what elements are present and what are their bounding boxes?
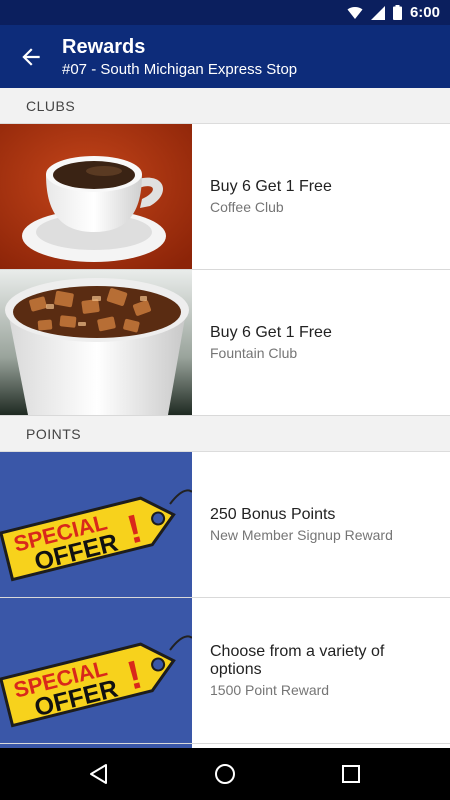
recents-square-icon[interactable]	[338, 761, 364, 787]
coffee-cup-image	[0, 124, 192, 269]
battery-icon	[392, 5, 402, 20]
page-title: Rewards	[62, 36, 146, 58]
reward-title: Buy 6 Get 1 Free	[210, 178, 332, 195]
reward-title: Choose from a variety of options	[210, 643, 385, 678]
fountain-drink-image	[0, 270, 192, 415]
reward-text: Buy 6 Get 1 Free Coffee Club	[192, 124, 450, 269]
reward-item-point-options[interactable]: SPECIAL OFFER ! Choose from a variety of…	[0, 598, 450, 744]
store-subtitle: #07 - South Michigan Express Stop	[62, 61, 298, 78]
reward-item-coffee-club[interactable]: Buy 6 Get 1 Free Coffee Club	[0, 124, 450, 270]
section-header-clubs: CLUBS	[0, 88, 450, 124]
reward-item-bonus-points[interactable]: SPECIAL OFFER ! 250 Bonus Points New Mem…	[0, 452, 450, 598]
back-triangle-icon[interactable]	[86, 761, 112, 787]
status-icons: 6:00	[347, 3, 440, 22]
reward-subtitle: Fountain Club	[210, 345, 298, 361]
reward-title: 250 Bonus Points	[210, 506, 336, 523]
special-offer-image: SPECIAL OFFER !	[0, 598, 192, 743]
home-circle-icon[interactable]	[212, 761, 238, 787]
reward-text: 250 Bonus Points New Member Signup Rewar…	[192, 452, 450, 597]
system-nav-bar	[0, 748, 450, 800]
signal-icon	[370, 5, 385, 20]
wifi-icon	[347, 6, 363, 19]
arrow-back-icon[interactable]	[18, 44, 44, 70]
rewards-list[interactable]: CLUBS Buy 6 Get 1 Free Coffee Club Buy 6…	[0, 88, 450, 748]
reward-title: Buy 6 Get 1 Free	[210, 324, 332, 341]
reward-item-fountain-club[interactable]: Buy 6 Get 1 Free Fountain Club	[0, 270, 450, 416]
reward-subtitle: 1500 Point Reward	[210, 682, 330, 698]
reward-text: Choose from a variety of options 1500 Po…	[192, 598, 450, 743]
reward-subtitle: New Member Signup Reward	[210, 527, 393, 543]
app-bar: Rewards #07 - South Michigan Express Sto…	[0, 25, 450, 88]
reward-text: Buy 6 Get 1 Free Fountain Club	[192, 270, 450, 415]
special-offer-image: SPECIAL OFFER !	[0, 452, 192, 597]
clock: 6:00	[409, 4, 440, 21]
reward-subtitle: Coffee Club	[210, 199, 284, 215]
status-bar: 6:00	[0, 0, 450, 25]
section-header-points: POINTS	[0, 416, 450, 452]
